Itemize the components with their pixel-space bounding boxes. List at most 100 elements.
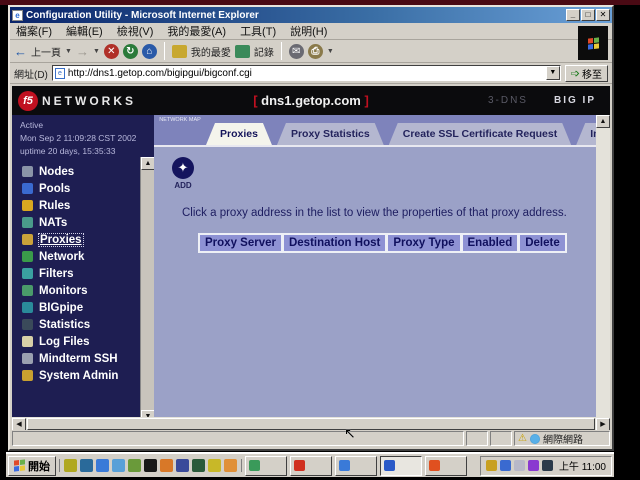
scroll-up-icon[interactable]: ▲ xyxy=(596,115,610,128)
nats-icon xyxy=(22,217,33,228)
sidebar-item-statistics[interactable]: Statistics xyxy=(22,316,154,333)
sidebar-item-system-admin[interactable]: System Admin xyxy=(22,367,154,384)
tray-icon[interactable] xyxy=(542,460,553,471)
tray-icon[interactable] xyxy=(486,460,497,471)
col-proxy-server[interactable]: Proxy Server xyxy=(200,235,281,251)
home-icon[interactable]: ⌂ xyxy=(142,44,157,59)
menu-tools[interactable]: 工具(T) xyxy=(240,23,276,39)
sidebar-scrollbar[interactable]: ▲ ▼ xyxy=(140,157,154,423)
sidebar-item-bigpipe[interactable]: BIGpipe xyxy=(22,299,154,316)
mindterm-ssh-icon xyxy=(22,353,33,364)
back-button[interactable]: 上一頁 xyxy=(31,44,61,59)
menu-edit[interactable]: 編輯(E) xyxy=(66,23,103,39)
taskbar-app-button[interactable] xyxy=(425,456,467,476)
network-map-button[interactable]: NETWORK MAP xyxy=(158,117,202,143)
quick-launch-bar xyxy=(59,459,242,472)
quick-launch-icon[interactable] xyxy=(64,459,77,472)
address-url[interactable]: http://dns1.getop.com/bigipgui/bigconf.c… xyxy=(68,68,252,79)
page-vertical-scrollbar[interactable]: ▲ ▼ xyxy=(596,115,610,431)
back-icon[interactable]: ← xyxy=(14,44,27,59)
scroll-up-icon[interactable]: ▲ xyxy=(141,157,155,170)
app-icon xyxy=(429,460,440,471)
tab-proxies[interactable]: Proxies xyxy=(206,123,272,145)
back-dropdown-icon[interactable]: ▼ xyxy=(65,48,72,55)
add-proxy-button[interactable]: ✦ ADD xyxy=(172,157,194,190)
print-dropdown-icon[interactable]: ▼ xyxy=(327,48,334,55)
favorites-icon[interactable] xyxy=(172,45,187,58)
refresh-icon[interactable]: ↻ xyxy=(123,44,138,59)
quick-launch-icon[interactable] xyxy=(224,459,237,472)
page-horizontal-scrollbar[interactable]: ◀ ▶ xyxy=(12,417,610,431)
col-delete[interactable]: Delete xyxy=(520,235,565,251)
tray-icon[interactable] xyxy=(514,460,525,471)
windows-logo-icon xyxy=(588,37,599,49)
quick-launch-icon[interactable] xyxy=(192,459,205,472)
toolbar-separator xyxy=(281,42,282,60)
sidebar-nav: Nodes Pools Rules NATs Proxies Network F… xyxy=(12,163,154,384)
maximize-button[interactable]: □ xyxy=(581,9,595,21)
status-state: Active xyxy=(20,119,154,132)
quick-launch-icon[interactable] xyxy=(176,459,189,472)
mouse-cursor: ↖ xyxy=(344,425,356,442)
tab-proxy-statistics[interactable]: Proxy Statistics xyxy=(277,123,384,145)
quick-launch-icon[interactable] xyxy=(80,459,93,472)
col-destination-host[interactable]: Destination Host xyxy=(284,235,385,251)
ie-throbber xyxy=(578,26,608,60)
status-pane xyxy=(490,431,512,446)
quick-launch-icon[interactable] xyxy=(144,459,157,472)
quick-launch-icon[interactable] xyxy=(112,459,125,472)
sidebar-item-mindterm-ssh[interactable]: Mindterm SSH xyxy=(22,350,154,367)
sidebar-item-monitors[interactable]: Monitors xyxy=(22,282,154,299)
sidebar-item-proxies[interactable]: Proxies xyxy=(22,231,154,248)
tab-create-ssl-certificate-request[interactable]: Create SSL Certificate Request xyxy=(389,123,571,145)
quick-launch-icon[interactable] xyxy=(208,459,221,472)
address-input[interactable]: e http://dns1.getop.com/bigipgui/bigconf… xyxy=(52,65,561,81)
taskbar-clock[interactable]: 上午 11:00 xyxy=(559,458,606,473)
scrollbar-thumb[interactable] xyxy=(27,418,595,430)
print-icon[interactable]: ⎙ xyxy=(308,44,323,59)
go-button[interactable]: ➩ 移至 xyxy=(565,65,608,82)
mail-icon[interactable]: ✉ xyxy=(289,44,304,59)
col-proxy-type[interactable]: Proxy Type xyxy=(388,235,459,251)
history-icon[interactable] xyxy=(235,45,250,58)
tab-install-ssl-certificate[interactable]: Install SSL Certif xyxy=(576,123,596,145)
tab-strip: NETWORK MAP Proxies Proxy Statistics Cre… xyxy=(154,115,596,145)
sidebar-item-rules[interactable]: Rules xyxy=(22,197,154,214)
sidebar-item-filters[interactable]: Filters xyxy=(22,265,154,282)
toolbar-separator xyxy=(164,42,165,60)
close-button[interactable]: ✕ xyxy=(596,9,610,21)
quick-launch-icon[interactable] xyxy=(160,459,173,472)
quick-launch-icon[interactable] xyxy=(128,459,141,472)
tray-icon[interactable] xyxy=(528,460,539,471)
sidebar-item-pools[interactable]: Pools xyxy=(22,180,154,197)
toolbar: ← 上一頁 ▼ → ▼ ✕ ↻ ⌂ 我的最愛 記錄 ✉ ⎙ ▼ xyxy=(10,40,612,63)
scroll-right-icon[interactable]: ▶ xyxy=(596,418,610,431)
stop-icon[interactable]: ✕ xyxy=(104,44,119,59)
forward-dropdown-icon[interactable]: ▼ xyxy=(93,48,100,55)
menu-favorites[interactable]: 我的最愛(A) xyxy=(167,23,226,39)
sidebar-item-nats[interactable]: NATs xyxy=(22,214,154,231)
sidebar-item-network[interactable]: Network xyxy=(22,248,154,265)
start-button[interactable]: 開始 xyxy=(8,456,56,476)
taskbar-app-button[interactable] xyxy=(290,456,332,476)
col-enabled[interactable]: Enabled xyxy=(463,235,518,251)
menu-file[interactable]: 檔案(F) xyxy=(16,23,52,39)
forward-icon[interactable]: → xyxy=(76,44,89,59)
instruction-text: Click a proxy address in the list to vie… xyxy=(182,207,596,219)
add-icon[interactable]: ✦ xyxy=(172,157,194,179)
taskbar-app-button-active[interactable] xyxy=(380,456,422,476)
sidebar-item-nodes[interactable]: Nodes xyxy=(22,163,154,180)
address-dropdown-icon[interactable]: ▼ xyxy=(546,66,560,80)
tray-icon[interactable] xyxy=(500,460,511,471)
menu-view[interactable]: 檢視(V) xyxy=(117,23,154,39)
sidebar-item-log-files[interactable]: Log Files xyxy=(22,333,154,350)
menu-help[interactable]: 說明(H) xyxy=(290,23,327,39)
taskbar-app-button[interactable] xyxy=(335,456,377,476)
favorites-button[interactable]: 我的最愛 xyxy=(191,44,231,59)
taskbar-app-button[interactable] xyxy=(245,456,287,476)
scroll-left-icon[interactable]: ◀ xyxy=(12,418,26,431)
history-button[interactable]: 記錄 xyxy=(254,44,274,59)
minimize-button[interactable]: _ xyxy=(566,9,580,21)
quick-launch-icon[interactable] xyxy=(96,459,109,472)
title-bar[interactable]: e Configuration Utility - Microsoft Inte… xyxy=(10,7,612,23)
